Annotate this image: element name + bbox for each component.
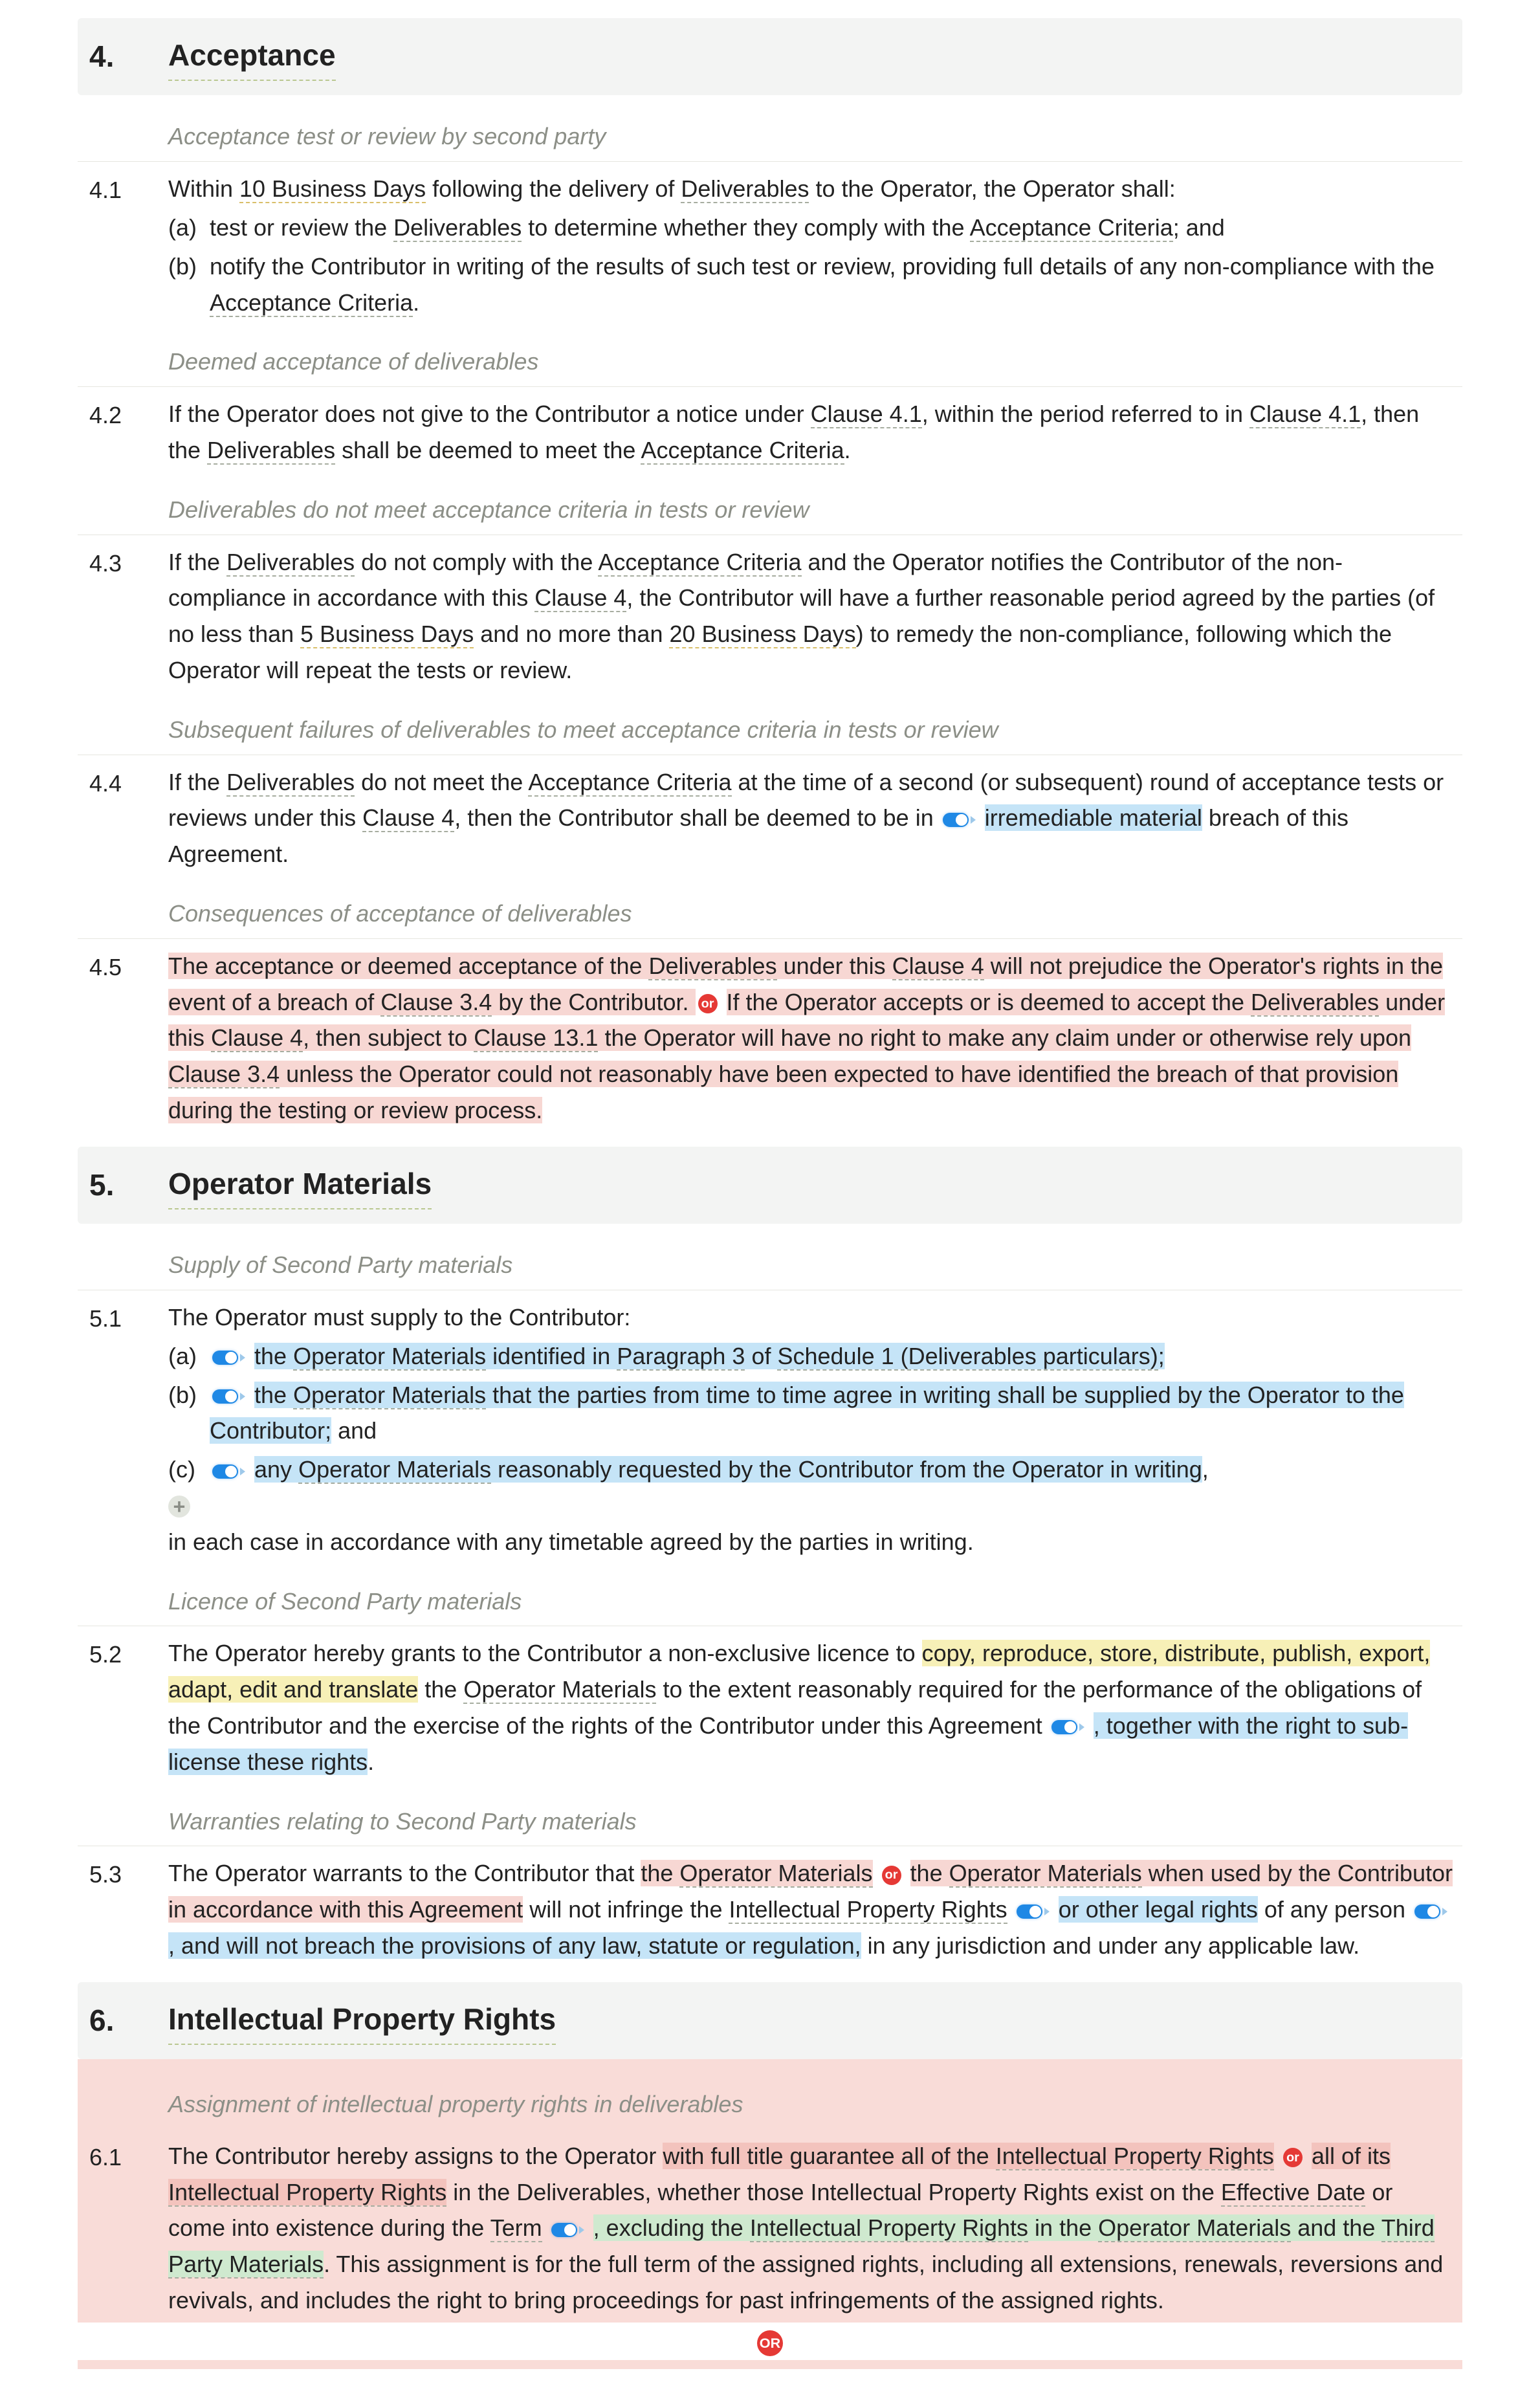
or-badge[interactable]: or <box>882 1866 901 1885</box>
toggle-icon[interactable] <box>551 2223 584 2237</box>
clause-number: 5.2 <box>78 1635 168 1780</box>
toggle-icon[interactable] <box>212 1351 245 1365</box>
list-item: (b) the Operator Materials that the part… <box>168 1377 1456 1450</box>
clause-text: The Operator warrants to the Contributor… <box>168 1855 1462 1963</box>
section-4-header: 4. Acceptance <box>78 18 1462 95</box>
subheading-row: Assignment of intellectual property righ… <box>78 2080 1462 2129</box>
clause-subheading: Assignment of intellectual property righ… <box>168 2080 1462 2129</box>
clause-text: The acceptance or deemed acceptance of t… <box>168 948 1462 1129</box>
subheading-row: Deemed acceptance of deliverables <box>78 337 1462 387</box>
alternative-block-start <box>78 2360 1462 2369</box>
clause-text: The Contributor hereby assigns to the Op… <box>168 2138 1462 2319</box>
list-item: (b) notify the Contributor in writing of… <box>168 248 1456 321</box>
clause-subheading: Deemed acceptance of deliverables <box>168 337 1462 386</box>
section-5-header: 5. Operator Materials <box>78 1147 1462 1224</box>
clause-4-5: 4.5 The acceptance or deemed acceptance … <box>78 948 1462 1129</box>
subheading-row: Consequences of acceptance of deliverabl… <box>78 889 1462 939</box>
highlight-optional: irremediable material <box>985 804 1202 831</box>
clause-5-1: 5.1 The Operator must supply to the Cont… <box>78 1299 1462 1560</box>
section-number: 4. <box>78 34 168 80</box>
clause-tail: in each case in accordance with any time… <box>168 1524 1456 1560</box>
or-badge[interactable]: or <box>1283 2148 1303 2167</box>
list-body: test or review the Deliverables to deter… <box>210 210 1456 246</box>
section-title: Operator Materials <box>168 1161 432 1209</box>
list-item: (c) any Operator Materials reasonably re… <box>168 1451 1456 1488</box>
clause-5-3: 5.3 The Operator warrants to the Contrib… <box>78 1855 1462 1963</box>
clause-number: 4.1 <box>78 171 168 320</box>
section-number: 6. <box>78 1998 168 2044</box>
subheading-row: Deliverables do not meet acceptance crit… <box>78 485 1462 535</box>
clause-6-1: 6.1 The Contributor hereby assigns to th… <box>78 2138 1462 2319</box>
section-number: 5. <box>78 1162 168 1208</box>
term-business-days: 10 Business Days <box>239 175 426 203</box>
clause-text: If the Deliverables do not comply with t… <box>168 544 1462 689</box>
list-marker: (a) <box>168 210 210 246</box>
clause-number: 4.4 <box>78 764 168 872</box>
clause-subheading: Subsequent failures of deliverables to m… <box>168 705 1462 755</box>
clause-text: If the Deliverables do not meet the Acce… <box>168 764 1462 872</box>
list-item: (a) the Operator Materials identified in… <box>168 1338 1456 1374</box>
clause-subheading: Deliverables do not meet acceptance crit… <box>168 485 1462 535</box>
list-marker: (a) <box>168 1338 210 1374</box>
clause-subheading: Licence of Second Party materials <box>168 1577 1462 1626</box>
clause-subheading: Supply of Second Party materials <box>168 1241 1462 1290</box>
subheading-row: Acceptance test or review by second part… <box>78 112 1462 162</box>
clause-number: 6.1 <box>78 2138 168 2319</box>
toggle-icon[interactable] <box>212 1464 245 1479</box>
clause-text: The Operator must supply to the Contribu… <box>168 1299 1456 1336</box>
clause-4-3: 4.3 If the Deliverables do not comply wi… <box>78 544 1462 689</box>
clause-text: Within 10 Business Days following the de… <box>168 171 1456 207</box>
toggle-icon[interactable] <box>1051 1720 1084 1734</box>
list-marker: (c) <box>168 1451 210 1488</box>
clause-5-2: 5.2 The Operator hereby grants to the Co… <box>78 1635 1462 1780</box>
clause-subheading: Acceptance test or review by second part… <box>168 112 1462 161</box>
toggle-icon[interactable] <box>943 813 976 827</box>
toggle-icon[interactable] <box>1017 1904 1050 1919</box>
term-deliverables: Deliverables <box>681 175 809 203</box>
or-badge[interactable]: or <box>698 994 718 1013</box>
clause-number: 4.3 <box>78 544 168 689</box>
clause-number: 4.2 <box>78 396 168 469</box>
subheading-row: Supply of Second Party materials <box>78 1241 1462 1290</box>
list-body: the Operator Materials identified in Par… <box>210 1338 1456 1374</box>
list-item: (a) test or review the Deliverables to d… <box>168 210 1456 246</box>
list-body: notify the Contributor in writing of the… <box>210 248 1456 321</box>
clause-subheading: Consequences of acceptance of deliverabl… <box>168 889 1462 938</box>
clause-number: 5.3 <box>78 1855 168 1963</box>
clause-subheading: Warranties relating to Second Party mate… <box>168 1797 1462 1846</box>
clause-number: 5.1 <box>78 1299 168 1560</box>
toggle-icon[interactable] <box>1414 1904 1447 1919</box>
list-marker: (b) <box>168 1377 210 1450</box>
clause-4-2: 4.2 If the Operator does not give to the… <box>78 396 1462 469</box>
highlight-optional: , and will not breach the provisions of … <box>168 1932 861 1959</box>
highlight-optional: or other legal rights <box>1059 1896 1258 1923</box>
add-icon[interactable]: + <box>168 1495 190 1518</box>
alternative-block: Assignment of intellectual property righ… <box>78 2059 1462 2323</box>
clause-text: The Operator hereby grants to the Contri… <box>168 1635 1462 1780</box>
toggle-icon[interactable] <box>212 1389 245 1404</box>
section-title: Acceptance <box>168 32 336 81</box>
list-body: any Operator Materials reasonably reques… <box>210 1451 1456 1488</box>
or-divider-badge[interactable]: OR <box>757 2330 783 2356</box>
section-6-header: 6. Intellectual Property Rights <box>78 1982 1462 2059</box>
subheading-row: Warranties relating to Second Party mate… <box>78 1797 1462 1847</box>
subheading-row: Subsequent failures of deliverables to m… <box>78 705 1462 755</box>
clause-text: If the Operator does not give to the Con… <box>168 396 1462 469</box>
subheading-row: Licence of Second Party materials <box>78 1577 1462 1627</box>
list-marker: (b) <box>168 248 210 321</box>
clause-4-1: 4.1 Within 10 Business Days following th… <box>78 171 1462 320</box>
clause-4-4: 4.4 If the Deliverables do not meet the … <box>78 764 1462 872</box>
list-body: the Operator Materials that the parties … <box>210 1377 1456 1450</box>
section-title: Intellectual Property Rights <box>168 1996 556 2045</box>
clause-number: 4.5 <box>78 948 168 1129</box>
